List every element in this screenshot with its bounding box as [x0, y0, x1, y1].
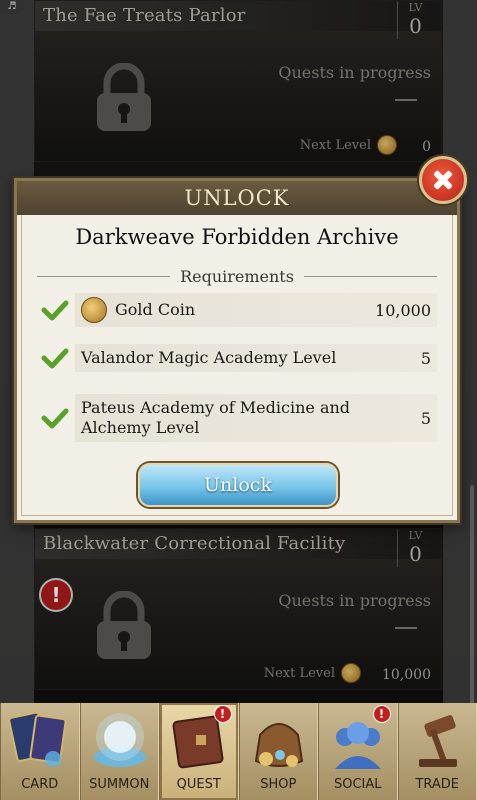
nav-summon[interactable]: SUMMON	[79, 703, 159, 800]
notification-badge: !	[213, 705, 232, 723]
requirement-value: 10,000	[375, 300, 431, 320]
bottom-nav: CARD SUMMON ! QUEST SHOP ! SOCIAL TRADE	[0, 703, 477, 800]
summon-icon	[93, 713, 146, 767]
close-icon[interactable]	[419, 156, 467, 204]
nav-trade[interactable]: TRADE	[397, 703, 477, 800]
shop-bag-icon	[254, 723, 303, 767]
nav-label: QUEST	[176, 777, 221, 792]
nav-quest[interactable]: ! QUEST	[159, 703, 239, 800]
gold-coin-icon	[81, 297, 107, 323]
requirement-row: Pateus Academy of Medicine and Alchemy L…	[41, 394, 437, 442]
nav-label: CARD	[21, 777, 59, 792]
requirement-label: Valandor Magic Academy Level	[81, 348, 337, 367]
unlock-dialog: UNLOCK Darkweave Forbidden Archive Requi…	[14, 178, 460, 523]
dialog-header: UNLOCK	[17, 181, 457, 215]
requirement-box: Gold Coin 10,000	[75, 293, 437, 327]
card-icon	[8, 711, 67, 767]
divider-line	[37, 275, 171, 277]
dialog-title: UNLOCK	[184, 186, 290, 210]
nav-label: TRADE	[415, 777, 460, 792]
nav-label: SHOP	[260, 777, 297, 792]
unlock-target-name: Darkweave Forbidden Archive	[75, 225, 399, 249]
unlock-button[interactable]: Unlock	[138, 463, 338, 507]
notification-badge: !	[372, 705, 391, 723]
unlock-button-label: Unlock	[204, 474, 272, 496]
nav-label: SOCIAL	[333, 777, 382, 792]
requirement-label: Gold Coin	[115, 300, 196, 319]
requirements-divider: Requirements	[37, 265, 438, 287]
divider-line	[303, 275, 438, 277]
requirement-box: Pateus Academy of Medicine and Alchemy L…	[75, 394, 437, 442]
requirement-row: Gold Coin 10,000	[41, 293, 437, 327]
check-icon	[41, 348, 69, 369]
nav-card[interactable]: CARD	[0, 703, 80, 800]
requirement-label: Pateus Academy of Medicine and Alchemy L…	[81, 398, 351, 437]
nav-shop[interactable]: SHOP	[238, 703, 318, 800]
check-icon	[41, 300, 69, 321]
check-icon	[41, 408, 69, 429]
nav-social[interactable]: ! SOCIAL	[318, 703, 398, 800]
gavel-icon	[418, 715, 457, 767]
nav-label: SUMMON	[89, 777, 150, 792]
requirements-label: Requirements	[180, 266, 294, 286]
requirement-box: Valandor Magic Academy Level 5	[75, 344, 437, 372]
requirement-value: 5	[420, 408, 431, 428]
requirement-value: 5	[420, 348, 431, 368]
requirement-name: Gold Coin	[81, 297, 195, 323]
requirement-row: Valandor Magic Academy Level 5	[41, 344, 437, 372]
